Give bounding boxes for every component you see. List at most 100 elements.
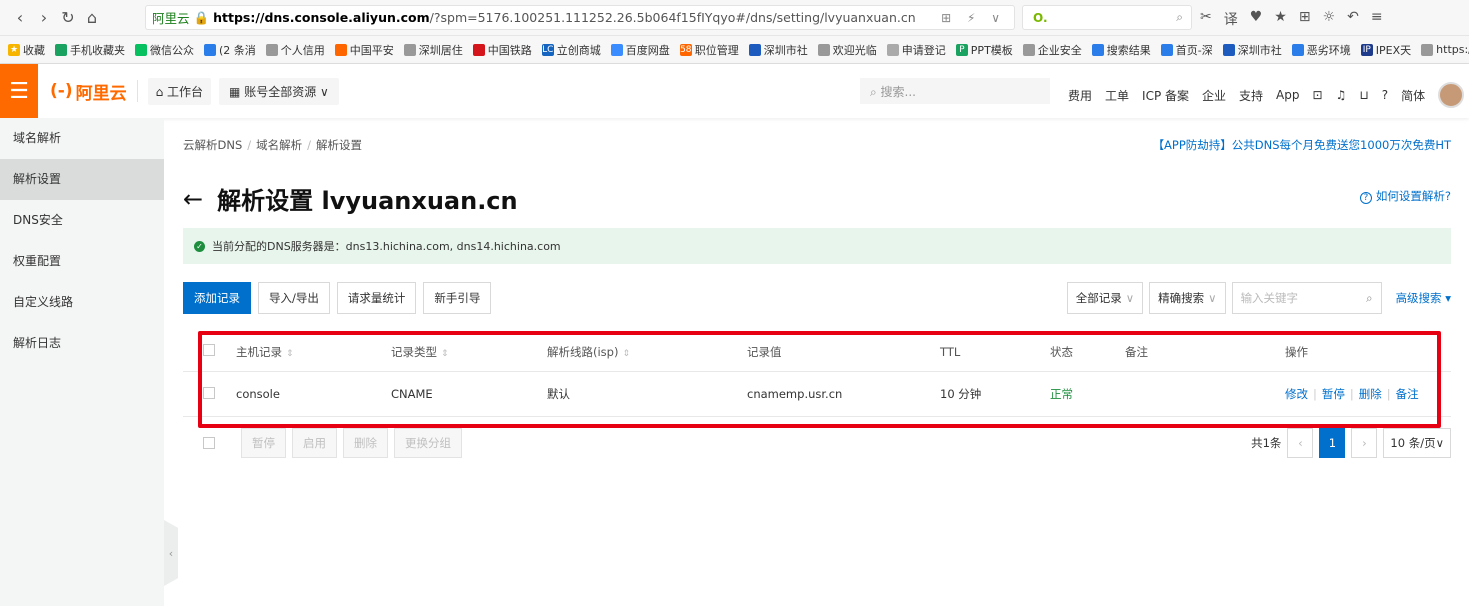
page-size-select[interactable]: 10 条/页∨ (1383, 428, 1451, 458)
col-line-header[interactable]: 解析线路(isp) ⇕ (547, 344, 747, 360)
note-link[interactable]: 备注 (1396, 387, 1419, 401)
breadcrumb-item[interactable]: 域名解析 (256, 138, 302, 152)
bookmark-item[interactable]: LC 立创商城 (541, 42, 601, 58)
topbar-link[interactable]: ? (1382, 88, 1388, 102)
sidebar-item[interactable]: 域名解析 (0, 118, 164, 159)
topbar-link[interactable]: 企业 (1202, 87, 1226, 104)
col-type-header[interactable]: 记录类型 ⇕ (391, 344, 547, 360)
browser-tool-icon[interactable]: ≡ (1371, 9, 1383, 29)
sidebar-collapse-toggle[interactable]: ‹ (164, 520, 178, 586)
sidebar-item[interactable]: 权重配置 (0, 241, 164, 282)
bookmark-item[interactable]: 个人信用 (265, 42, 325, 58)
sidebar-item[interactable]: 解析日志 (0, 323, 164, 364)
browser-tool-icon[interactable]: ⊞ (1299, 9, 1311, 29)
bookmark-item[interactable]: 深圳居住 (403, 42, 463, 58)
browser-tool-icon[interactable]: ✂ (1200, 9, 1212, 29)
bookmark-item[interactable]: 申请登记 (886, 42, 946, 58)
prev-page-button[interactable]: ‹ (1287, 428, 1314, 458)
select-all-checkbox[interactable] (203, 344, 215, 356)
topbar-link[interactable]: 工单 (1105, 87, 1129, 104)
home-icon[interactable]: ⌂ (80, 8, 104, 27)
bulk-enable-button[interactable]: 启用 (292, 428, 337, 458)
bookmark-item[interactable]: 欢迎光临 (817, 42, 877, 58)
topbar-link[interactable]: 支持 (1239, 87, 1263, 104)
bookmark-item[interactable]: 恶劣环境 (1291, 42, 1351, 58)
resource-selector[interactable]: ▦ 账号全部资源 ∨ (219, 77, 339, 105)
edit-link[interactable]: 修改 (1285, 387, 1308, 401)
bookmark-item[interactable]: 中国铁路 (472, 42, 532, 58)
next-page-button[interactable]: › (1351, 428, 1378, 458)
bookmark-item[interactable]: ★ 收藏 (8, 42, 45, 58)
breadcrumb-item[interactable]: 云解析DNS (183, 138, 242, 152)
workbench-button[interactable]: ⌂ 工作台 (147, 77, 212, 105)
bookmark-item[interactable]: https:// (1421, 43, 1469, 56)
topbar-link[interactable]: App (1276, 88, 1299, 102)
search-icon[interactable]: ⌕ (1366, 283, 1372, 313)
avatar[interactable] (1438, 82, 1465, 108)
browser-search-box[interactable]: O. ⌕ (1022, 5, 1192, 30)
bookmark-label: https:// (1436, 43, 1469, 56)
bookmark-item[interactable]: 深圳市社 (748, 42, 808, 58)
howto-link[interactable]: ? 如何设置解析? (1359, 188, 1451, 204)
bookmark-item[interactable]: IP IPEX天 (1360, 42, 1411, 58)
bookmark-item[interactable]: 企业安全 (1022, 42, 1082, 58)
topbar-link[interactable]: 简体 (1401, 87, 1425, 104)
bookmark-item[interactable]: 深圳市社 (1222, 42, 1282, 58)
search-icon[interactable]: ⌕ (1176, 10, 1183, 25)
browser-tool-icon[interactable]: 译 (1224, 9, 1238, 29)
browser-tool-icon[interactable]: ♥ (1250, 9, 1263, 29)
back-arrow-icon[interactable]: ← (183, 185, 203, 213)
sidebar-item[interactable]: DNS安全 (0, 200, 164, 241)
browser-tool-icon[interactable]: ↶ (1347, 9, 1359, 29)
bookmark-item[interactable]: 首页-深 (1160, 42, 1213, 58)
divider (136, 80, 138, 102)
bookmark-item[interactable]: 中国平安 (334, 42, 394, 58)
bookmark-item[interactable]: 微信公众 (135, 42, 194, 58)
bulk-pause-button[interactable]: 暂停 (241, 428, 286, 458)
bulk-select-checkbox[interactable] (203, 437, 215, 449)
forward-icon[interactable]: › (32, 8, 56, 27)
col-host-header[interactable]: 主机记录 ⇕ (236, 344, 391, 360)
topbar-link[interactable]: ⊔ (1359, 88, 1368, 102)
reload-icon[interactable]: ↻ (56, 8, 80, 27)
row-checkbox[interactable] (203, 386, 215, 399)
address-bar[interactable]: 阿里云 🔒 https://dns.console.aliyun.com /?s… (145, 5, 1015, 30)
promo-link[interactable]: 【APP防劫持】公共DNS每个月免费送您1000万次免费HT (1153, 137, 1451, 153)
topbar-link[interactable]: ⊡ (1313, 88, 1323, 102)
sidebar-item[interactable]: 自定义线路 (0, 282, 164, 323)
topbar-link[interactable]: ♫ (1336, 88, 1347, 102)
back-icon[interactable]: ‹ (8, 8, 32, 27)
bulk-regroup-button[interactable]: 更换分组 (394, 428, 462, 458)
bookmark-item[interactable]: (2 条消 (204, 42, 256, 58)
address-actions-icon[interactable]: ⊞ ⚡ ∨ (941, 11, 1006, 25)
advanced-search-link[interactable]: 高级搜索 ▾ (1396, 290, 1451, 306)
add-record-button[interactable]: 添加记录 (183, 282, 251, 314)
request-stats-button[interactable]: 请求量统计 (336, 282, 417, 314)
bulk-delete-button[interactable]: 删除 (343, 428, 388, 458)
pause-link[interactable]: 暂停 (1322, 387, 1345, 401)
bookmark-item[interactable]: 搜索结果 (1091, 42, 1151, 58)
delete-link[interactable]: 删除 (1359, 387, 1382, 401)
keyword-placeholder: 输入关键字 (1240, 291, 1299, 305)
aliyun-logo[interactable]: (-) 阿里云 (50, 79, 127, 104)
console-search-input[interactable]: ⌕ 搜索... (860, 78, 1050, 104)
guide-button[interactable]: 新手引导 (423, 282, 492, 314)
record-filter-select[interactable]: 全部记录 ∨ (1066, 282, 1144, 314)
search-engine-label: O. (1033, 10, 1048, 25)
bookmark-item[interactable]: 手机收藏夹 (55, 42, 125, 58)
bookmark-icon (1091, 43, 1104, 56)
search-mode-select[interactable]: 精确搜索 ∨ (1149, 282, 1226, 314)
menu-icon[interactable]: ☰ (0, 64, 38, 118)
page-1-button[interactable]: 1 (1319, 428, 1346, 458)
topbar-link[interactable]: 费用 (1068, 87, 1092, 104)
browser-tool-icon[interactable]: ☼ (1323, 9, 1336, 29)
bookmark-item[interactable]: P PPT模板 (955, 42, 1013, 58)
sidebar-item[interactable]: 解析设置 (0, 159, 164, 200)
bookmark-item[interactable]: 58 职位管理 (679, 42, 739, 58)
browser-tool-icon[interactable]: ★ (1274, 9, 1287, 29)
import-export-button[interactable]: 导入/导出 (258, 282, 330, 314)
bookmark-item[interactable]: 百度网盘 (610, 42, 670, 58)
bookmark-label: 收藏 (23, 43, 45, 57)
keyword-input[interactable]: 输入关键字 ⌕ (1231, 282, 1382, 314)
topbar-link[interactable]: ICP 备案 (1142, 87, 1189, 104)
